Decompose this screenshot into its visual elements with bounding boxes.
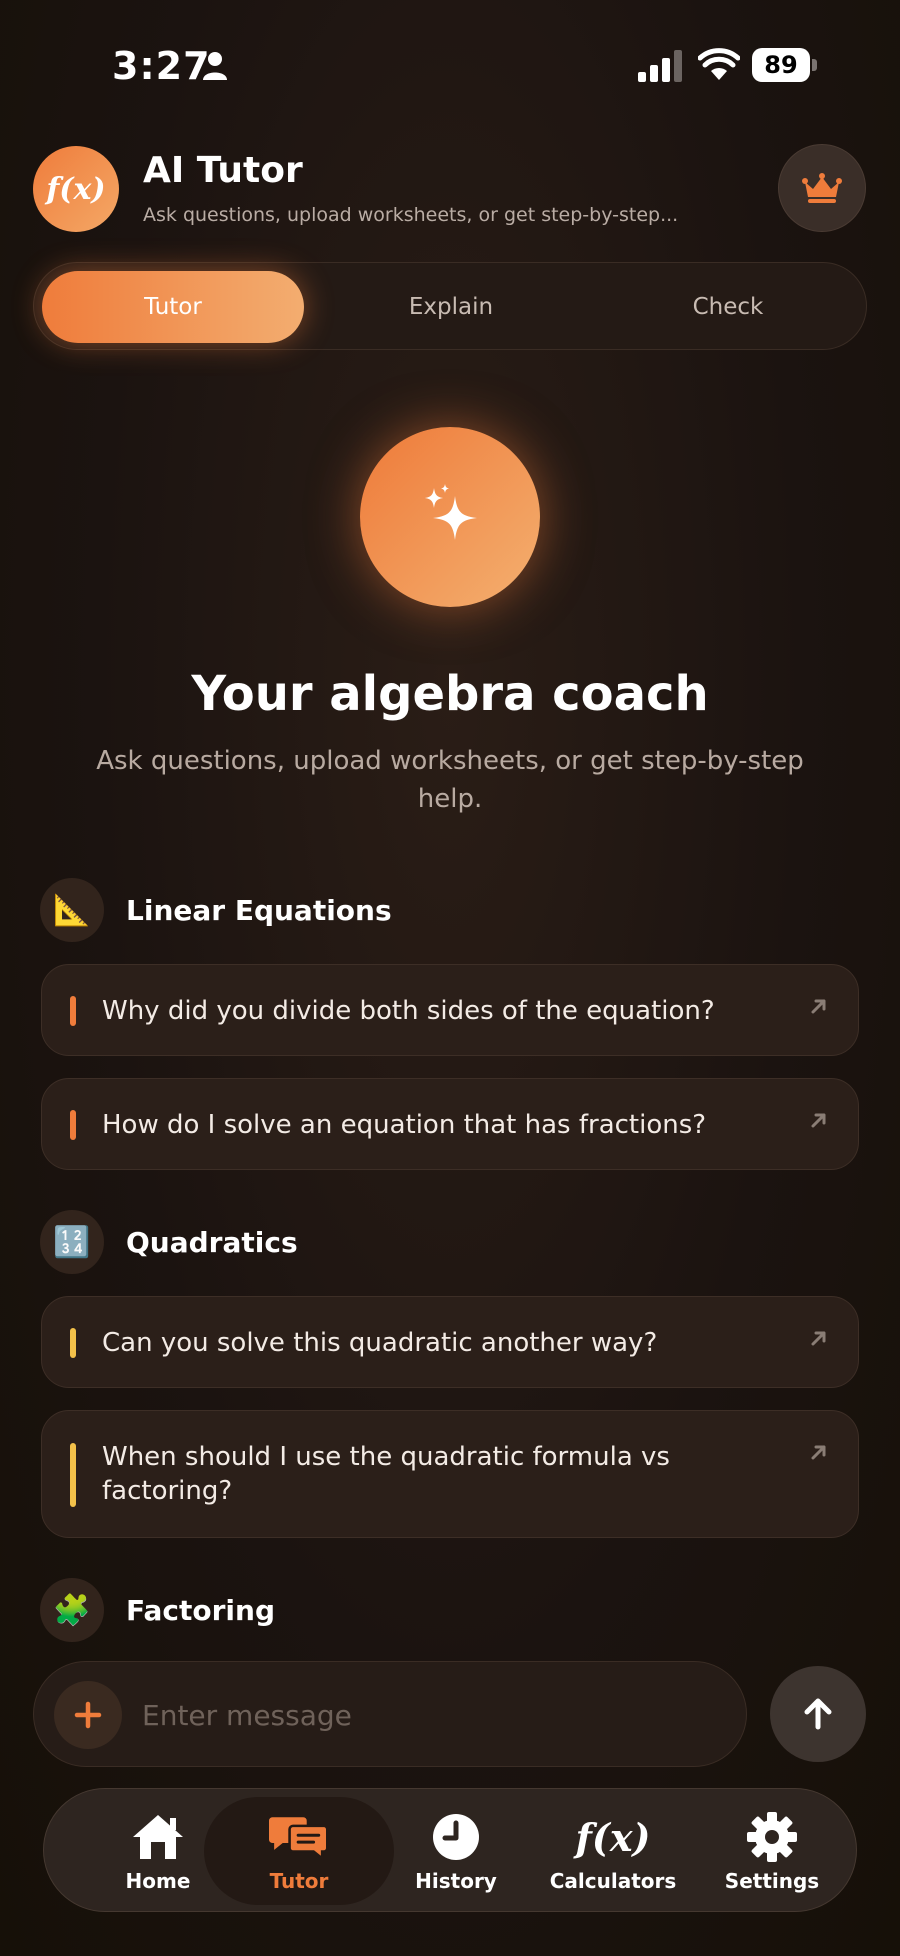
suggestion-card[interactable]: How do I solve an equation that has frac… — [41, 1078, 859, 1170]
app-logo: f(x) — [33, 146, 119, 232]
nav-calculators[interactable]: f(x) Calculators — [528, 1797, 698, 1905]
nav-history[interactable]: History — [396, 1797, 516, 1905]
bottom-nav: Home Tutor History f(x) Calculators Sett… — [43, 1788, 857, 1912]
battery-level: 89 — [752, 48, 810, 82]
arrow-up-right-icon — [811, 1113, 826, 1128]
fx-icon-text: f(x) — [575, 1814, 651, 1860]
tab-tutor[interactable]: Tutor — [42, 271, 304, 343]
accent-bar — [70, 1443, 76, 1507]
battery-indicator: 89 — [752, 48, 818, 82]
suggestion-text: Why did you divide both sides of the equ… — [102, 996, 715, 1026]
suggestion-text: Can you solve this quadratic another way… — [102, 1328, 658, 1358]
triangle-ruler-icon: 📐 — [40, 878, 104, 942]
clock-icon — [426, 1809, 486, 1865]
section-quadratics: 🔢 Quadratics — [40, 1210, 298, 1274]
numbers-icon: 🔢 — [40, 1210, 104, 1274]
person-icon — [203, 52, 227, 80]
cellular-signal-icon — [638, 50, 682, 82]
nav-label: Settings — [724, 1869, 820, 1893]
attach-button[interactable] — [54, 1681, 122, 1749]
crown-icon — [802, 173, 842, 203]
wifi-icon — [698, 48, 740, 80]
arrow-up-icon — [804, 1698, 832, 1730]
arrow-up-right-icon — [811, 1445, 826, 1460]
battery-cap — [812, 59, 817, 71]
arrow-up-right-icon — [811, 999, 826, 1014]
nav-label: Tutor — [269, 1869, 329, 1893]
suggestion-text: How do I solve an equation that has frac… — [102, 1110, 707, 1140]
message-composer — [33, 1661, 747, 1767]
gear-icon — [742, 1809, 802, 1865]
suggestion-card[interactable]: Why did you divide both sides of the equ… — [41, 964, 859, 1056]
suggestion-text: When should I use the quadratic formula … — [102, 1442, 670, 1506]
home-icon — [128, 1809, 188, 1865]
fx-icon: f(x) — [576, 1809, 651, 1865]
nav-tutor[interactable]: Tutor — [204, 1797, 394, 1905]
nav-label: History — [415, 1869, 497, 1893]
nav-label: Home — [125, 1869, 191, 1893]
suggestion-card[interactable]: When should I use the quadratic formula … — [41, 1410, 859, 1538]
accent-bar — [70, 1110, 76, 1140]
hero-subtitle: Ask questions, upload worksheets, or get… — [96, 746, 804, 814]
plus-icon — [74, 1701, 102, 1729]
premium-button[interactable] — [778, 144, 866, 232]
nav-label: Calculators — [549, 1869, 677, 1893]
arrow-up-right-icon — [811, 1331, 826, 1346]
chat-icon — [269, 1809, 329, 1865]
send-button[interactable] — [770, 1666, 866, 1762]
puzzle-icon: 🧩 — [40, 1578, 104, 1642]
message-input[interactable] — [142, 1692, 702, 1738]
section-linear-equations: 📐 Linear Equations — [40, 878, 392, 942]
section-title: Quadratics — [126, 1225, 298, 1259]
accent-bar — [70, 996, 76, 1026]
page-title: AI Tutor — [143, 150, 303, 191]
status-time: 3:27 — [112, 44, 211, 88]
status-bar: 3:27 89 — [0, 0, 900, 130]
page-subtitle: Ask questions, upload worksheets, or get… — [143, 204, 679, 226]
tab-check[interactable]: Check — [597, 271, 859, 343]
tab-explain[interactable]: Explain — [320, 271, 582, 343]
mode-tabs: Tutor Explain Check — [33, 262, 867, 350]
nav-settings[interactable]: Settings — [704, 1797, 840, 1905]
section-title: Factoring — [126, 1593, 275, 1627]
suggestion-card[interactable]: Can you solve this quadratic another way… — [41, 1296, 859, 1388]
hero-title: Your algebra coach — [191, 666, 709, 722]
sparkles-icon — [425, 484, 477, 540]
ai-tutor-screen: 3:27 89 f(x) AI Tutor Ask questions, upl… — [0, 0, 900, 1956]
hero-orb — [360, 427, 540, 607]
section-factoring: 🧩 Factoring — [40, 1578, 275, 1642]
section-title: Linear Equations — [126, 893, 392, 927]
accent-bar — [70, 1328, 76, 1358]
